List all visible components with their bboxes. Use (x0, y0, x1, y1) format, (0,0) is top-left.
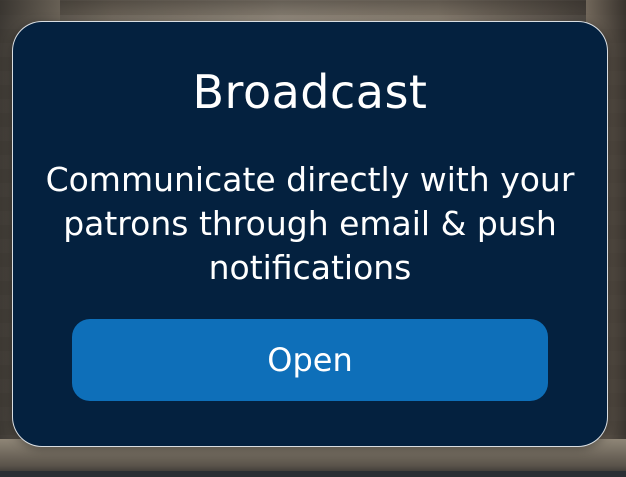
popup-title: Broadcast (192, 65, 428, 119)
broadcast-popup-card: Broadcast Communicate directly with your… (12, 21, 608, 447)
background-bottom-bar (0, 471, 626, 477)
popup-description: Communicate directly with your patrons t… (45, 160, 575, 287)
open-button[interactable]: Open (72, 319, 548, 401)
